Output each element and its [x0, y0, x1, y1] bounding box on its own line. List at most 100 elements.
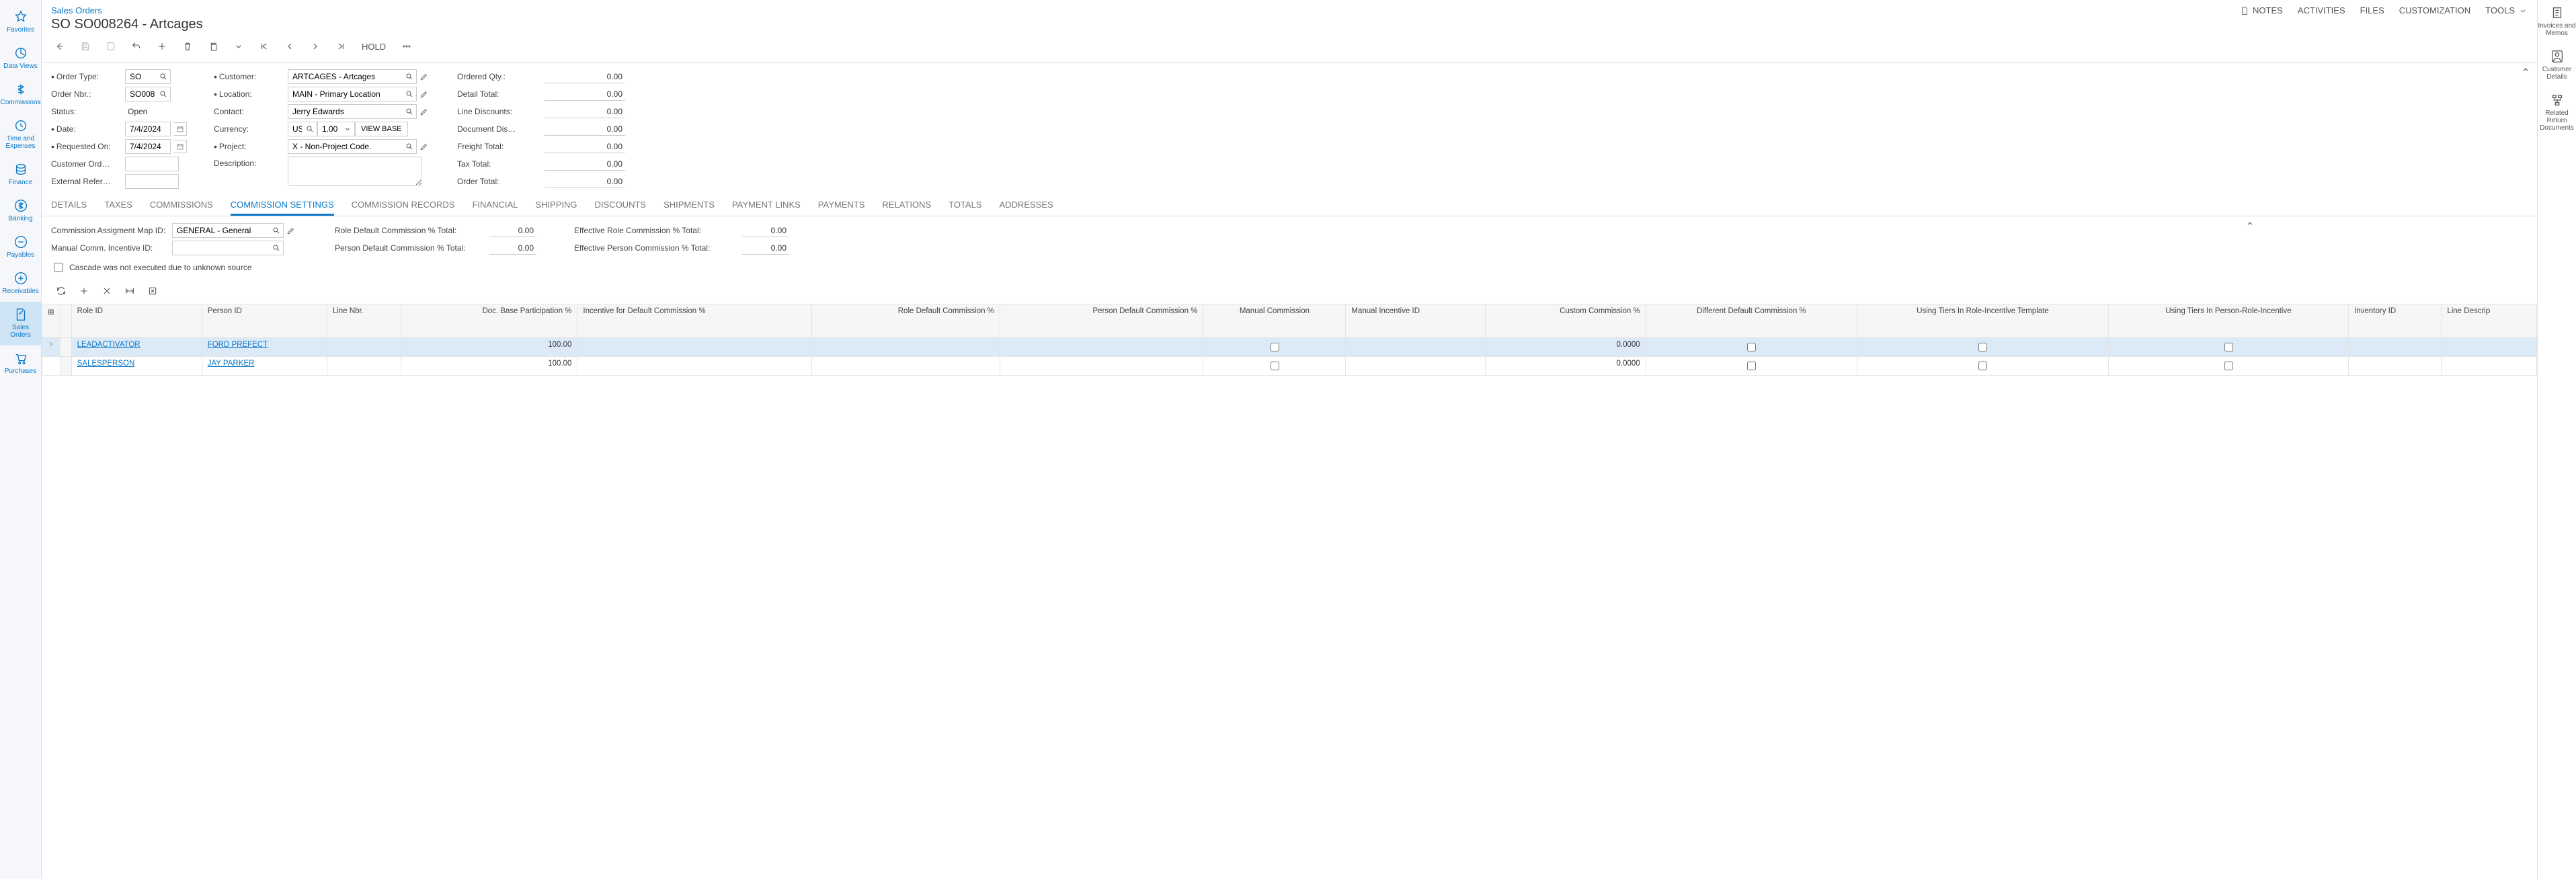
external-ref-input[interactable] [125, 174, 179, 189]
grid-refresh-button[interactable] [51, 282, 71, 300]
col-custom-commission-[interactable]: Custom Commission % [1485, 304, 1646, 338]
row-expand-icon[interactable]: > [42, 338, 61, 357]
cell-role_def[interactable] [811, 357, 1000, 376]
row-selector[interactable] [60, 338, 71, 357]
next-record-button[interactable] [304, 36, 327, 56]
last-record-button[interactable] [329, 36, 352, 56]
nav-receivables[interactable]: Receivables [0, 265, 41, 302]
table-row[interactable]: >LEADACTIVATORFORD PREFECT100.000.0000 [42, 338, 2537, 357]
customer-ord-input[interactable] [125, 157, 179, 171]
col-line-nbr-[interactable]: Line Nbr. [327, 304, 401, 338]
notes-action[interactable]: NOTES [2240, 5, 2283, 15]
cell-diff_def-checkbox[interactable] [1747, 343, 1756, 351]
activities-action[interactable]: ACTIVITIES [2298, 5, 2345, 15]
cell-role_id-link[interactable]: SALESPERSON [77, 360, 135, 368]
nav-data-views[interactable]: Data Views [0, 40, 41, 77]
cell-manual_comm[interactable] [1203, 338, 1346, 357]
cell-person_def[interactable] [1000, 357, 1203, 376]
grid-corner[interactable]: ⊞ [42, 304, 61, 338]
breadcrumb[interactable]: Sales Orders [51, 5, 2240, 15]
map-id-input[interactable] [172, 223, 284, 238]
cell-tiers_person[interactable] [2108, 357, 2348, 376]
nav-purchases[interactable]: Purchases [0, 345, 41, 382]
cell-doc_base[interactable]: 100.00 [401, 357, 577, 376]
row-expand-icon[interactable] [42, 357, 61, 376]
tab-totals[interactable]: TOTALS [949, 193, 981, 216]
location-input[interactable] [288, 87, 417, 101]
col-inventory-id[interactable]: Inventory ID [2349, 304, 2442, 338]
nav-payables[interactable]: Payables [0, 229, 41, 265]
col-role-id[interactable]: Role ID [71, 304, 202, 338]
tab-shipping[interactable]: SHIPPING [535, 193, 577, 216]
delete-button[interactable] [176, 36, 199, 56]
cell-person_id-link[interactable]: JAY PARKER [208, 360, 255, 368]
cell-tiers_role-checkbox[interactable] [1978, 362, 1987, 370]
copy-dropdown[interactable] [227, 36, 250, 56]
cell-manual_comm-checkbox[interactable] [1271, 343, 1279, 351]
nav-commissions[interactable]: Commissions [0, 77, 41, 113]
tab-taxes[interactable]: TAXES [104, 193, 132, 216]
map-id-edit-icon[interactable] [284, 224, 297, 237]
cell-tiers_role[interactable] [1857, 357, 2109, 376]
cell-tiers_role-checkbox[interactable] [1978, 343, 1987, 351]
tab-commissions[interactable]: COMMISSIONS [150, 193, 213, 216]
project-edit-icon[interactable] [417, 140, 430, 153]
cell-person_def[interactable] [1000, 338, 1203, 357]
grid-export-button[interactable] [143, 282, 163, 300]
cell-manual_inc[interactable] [1346, 338, 1486, 357]
col-line-descrip[interactable]: Line Descrip [2442, 304, 2537, 338]
row-selector[interactable] [60, 357, 71, 376]
requested-on-calendar-icon[interactable] [173, 140, 187, 153]
cell-role_id-link[interactable]: LEADACTIVATOR [77, 341, 140, 349]
customization-action[interactable]: CUSTOMIZATION [2399, 5, 2470, 15]
table-row[interactable]: SALESPERSON JAY PARKER 100.00 0.0000 [42, 357, 2537, 376]
tab-shipments[interactable]: SHIPMENTS [663, 193, 715, 216]
requested-on-input[interactable] [125, 139, 171, 154]
manual-incentive-lookup-icon[interactable] [270, 241, 283, 255]
tab-details[interactable]: DETAILS [51, 193, 87, 216]
contact-input[interactable] [288, 104, 417, 119]
col-manual-incentive-id[interactable]: Manual Incentive ID [1346, 304, 1486, 338]
col-using-tiers-in-person-role-incentive[interactable]: Using Tiers In Person-Role-Incentive [2108, 304, 2348, 338]
nav-banking[interactable]: Banking [0, 193, 41, 229]
collapse-summary-icon[interactable] [2521, 65, 2530, 77]
contact-edit-icon[interactable] [417, 105, 430, 118]
date-input[interactable] [125, 122, 171, 136]
tools-action[interactable]: TOOLS [2485, 5, 2528, 15]
first-record-button[interactable] [253, 36, 276, 56]
nav-finance[interactable]: Finance [0, 157, 41, 193]
cell-tiers_person-checkbox[interactable] [2224, 343, 2233, 351]
project-input[interactable] [288, 139, 417, 154]
tab-payment-links[interactable]: PAYMENT LINKS [732, 193, 801, 216]
hold-button[interactable]: HOLD [355, 36, 393, 56]
more-actions-button[interactable] [395, 36, 418, 56]
cell-diff_def[interactable] [1646, 338, 1857, 357]
cascade-checkbox[interactable] [54, 263, 63, 272]
grid-add-button[interactable] [74, 282, 94, 300]
cell-line_nbr[interactable] [327, 338, 401, 357]
back-button[interactable] [48, 36, 71, 56]
col-doc-base-participation-[interactable]: Doc. Base Participation % [401, 304, 577, 338]
customer-edit-icon[interactable] [417, 70, 430, 83]
copy-button[interactable] [202, 36, 225, 56]
cell-tiers_person-checkbox[interactable] [2224, 362, 2233, 370]
map-id-lookup-icon[interactable] [270, 224, 283, 237]
tab-relations[interactable]: RELATIONS [882, 193, 931, 216]
nav-time-expenses[interactable]: Time and Expenses [0, 113, 41, 157]
cell-person_id[interactable]: FORD PREFECT [202, 338, 327, 357]
tab-payments[interactable]: PAYMENTS [818, 193, 865, 216]
tab-commission-settings[interactable]: COMMISSION SETTINGS [231, 193, 334, 216]
view-base-button[interactable]: VIEW BASE [355, 122, 408, 136]
project-lookup-icon[interactable] [403, 140, 416, 153]
prev-record-button[interactable] [278, 36, 301, 56]
col-manual-commission[interactable]: Manual Commission [1203, 304, 1346, 338]
contact-lookup-icon[interactable] [403, 105, 416, 118]
cell-manual_inc[interactable] [1346, 357, 1486, 376]
nav-sales-orders[interactable]: Sales Orders [0, 302, 41, 345]
cell-custom_pct[interactable]: 0.0000 [1485, 357, 1646, 376]
grid-delete-button[interactable] [97, 282, 117, 300]
cell-role_id[interactable]: LEADACTIVATOR [71, 338, 202, 357]
location-lookup-icon[interactable] [403, 87, 416, 101]
order-nbr-lookup-icon[interactable] [157, 87, 170, 101]
date-calendar-icon[interactable] [173, 122, 187, 136]
